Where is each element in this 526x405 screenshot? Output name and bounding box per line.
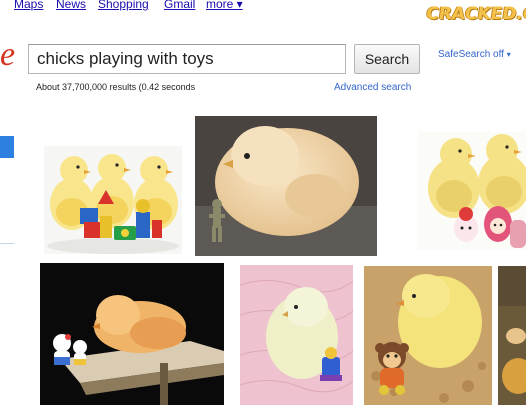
partial-chick-image (498, 266, 526, 405)
image-result[interactable] (240, 265, 353, 405)
search-button[interactable]: Search (354, 44, 420, 74)
watermark-logo: CRACKED.COM (424, 4, 526, 24)
advanced-search-link[interactable]: Advanced search (334, 82, 411, 93)
chicks-with-dolls-image (418, 132, 526, 250)
nav-shopping[interactable]: Shopping (98, 0, 149, 11)
safesearch-toggle[interactable]: SafeSearch off ▾ (438, 49, 511, 60)
chick-on-pink-image (240, 265, 353, 405)
sidebar-selected-tab[interactable] (0, 136, 14, 158)
image-result[interactable] (40, 263, 224, 405)
result-stats: About 37,700,000 results (0.42 seconds (36, 82, 196, 92)
image-result[interactable] (364, 266, 492, 405)
chick-with-monkey-image (364, 266, 492, 405)
chicks-with-blocks-image (44, 146, 182, 254)
nav-maps[interactable]: Maps (14, 0, 43, 11)
image-result[interactable] (195, 116, 377, 256)
search-input[interactable] (28, 44, 346, 74)
search-logo-fragment[interactable]: e (0, 38, 15, 72)
image-result[interactable] (418, 132, 526, 250)
sleeping-chick-image (40, 263, 224, 405)
nav-gmail[interactable]: Gmail (164, 0, 195, 11)
sidebar-divider (0, 243, 14, 244)
image-result[interactable] (44, 146, 182, 254)
image-result[interactable] (498, 266, 526, 405)
dropdown-caret-icon: ▾ (506, 50, 511, 59)
chick-with-soldier-image (195, 116, 377, 256)
safesearch-label: SafeSearch off (438, 49, 504, 60)
nav-more[interactable]: more ▾ (206, 0, 243, 11)
nav-news[interactable]: News (56, 0, 86, 11)
